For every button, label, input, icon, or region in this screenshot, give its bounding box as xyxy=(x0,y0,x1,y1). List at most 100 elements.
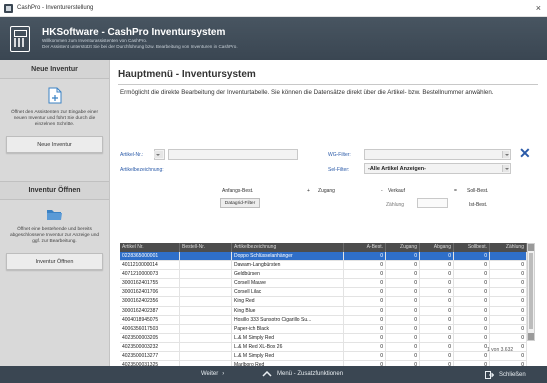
table-cell[interactable]: 0 xyxy=(490,306,527,315)
table-cell xyxy=(180,306,232,315)
table-cell[interactable]: 0 xyxy=(490,261,527,270)
table-row[interactable]: 3000162401755 Corsell Mauve 0 0 0 0 0 xyxy=(120,279,527,289)
table-row[interactable]: 4023500003205 L.& M Simply Red 0 0 0 0 0 xyxy=(120,333,527,343)
table-cell: 0 xyxy=(386,352,420,361)
table-cell: 0 xyxy=(454,352,490,361)
table-cell: 0 xyxy=(344,342,386,352)
legend-soll: Soll-Best. xyxy=(467,188,489,194)
open-inventory-description: Öffnet eine bestehende und bereits abges… xyxy=(9,227,100,244)
col-sollbest[interactable]: Sollbest. xyxy=(454,243,490,252)
app-title: HKSoftware - CashPro Inventursystem xyxy=(42,27,226,38)
table-cell: 0 xyxy=(420,324,454,333)
table-cell[interactable]: 0 xyxy=(490,297,527,306)
record-count: 1 von 3.632 xyxy=(487,347,514,353)
col-zugang[interactable]: Zugang xyxy=(386,243,420,252)
table-row[interactable]: 4004018945075 Hosillo 333 Sunsotro Cigari… xyxy=(120,315,527,325)
table-cell: 0 xyxy=(454,270,490,279)
table-cell[interactable]: 0 xyxy=(490,279,527,288)
table-cell: 4006356017503 xyxy=(120,324,180,333)
table-cell: 0 xyxy=(386,333,420,342)
table-body: 0228365000001 Doppo Schlüsselanhänger 0 0 0 0… xyxy=(120,252,527,371)
table-cell: 0 xyxy=(454,279,490,288)
col-zaehlung[interactable]: Zählung xyxy=(490,243,527,252)
new-inventory-button[interactable]: Neue Inventur xyxy=(6,136,103,153)
table-cell: 0 xyxy=(344,297,386,306)
table-cell: 0 xyxy=(344,315,386,324)
table-cell[interactable] xyxy=(490,252,527,261)
chevron-right-icon: › xyxy=(222,371,225,377)
col-bestell-nr[interactable]: Bestell-Nr. xyxy=(180,243,232,252)
main-panel: Hauptmenü - Inventursystem Ermöglicht di… xyxy=(111,60,547,371)
table-cell: Dawam-Langbürsten xyxy=(232,261,344,270)
table-cell: Doppo Schlüsselanhänger xyxy=(232,252,344,261)
col-abgang[interactable]: Abgang xyxy=(420,243,454,252)
table-cell: 0 xyxy=(420,315,454,324)
page-description: Ermöglicht die direkte Bearbeitung der I… xyxy=(120,89,494,96)
table-row[interactable]: 0228365000001 Doppo Schlüsselanhänger 0 0 0 0 xyxy=(120,252,527,262)
table-cell: 0 xyxy=(454,324,490,333)
table-cell[interactable]: 0 xyxy=(490,352,527,361)
table-row[interactable]: 4071210000073 Geldbürsen 0 0 0 0 0 xyxy=(120,270,527,280)
legend-zaehlung: Zählung xyxy=(386,202,405,208)
table-cell xyxy=(180,324,232,333)
open-inventory-title: Inventur Öffnen xyxy=(0,181,109,200)
clear-filter-icon[interactable]: ✕ xyxy=(519,146,531,160)
table-cell: 0 xyxy=(344,279,386,288)
table-row[interactable]: 4006356017503 Paper-ich Black 0 0 0 0 0 xyxy=(120,324,527,334)
scroll-up-icon[interactable] xyxy=(528,244,534,251)
artikel-nr-input[interactable] xyxy=(168,149,298,160)
scroll-thumb[interactable] xyxy=(529,253,533,329)
wg-filter-dropdown[interactable] xyxy=(364,149,511,160)
table-cell[interactable]: 0 xyxy=(490,315,527,324)
table-cell[interactable]: 0 xyxy=(490,324,527,333)
weiter-label: Weiter xyxy=(201,371,219,377)
table-row[interactable]: 4023500013277 L.& M Simply Red 0 0 0 0 0 xyxy=(120,352,527,362)
window-close-button[interactable]: × xyxy=(536,3,541,13)
table-cell: 0 xyxy=(454,342,490,352)
table-cell xyxy=(180,315,232,324)
artikel-nr-dropdown[interactable] xyxy=(154,149,165,160)
table-cell[interactable]: 0 xyxy=(490,270,527,279)
col-a-best[interactable]: A-Best. xyxy=(344,243,386,252)
table-cell: 3000162402387 xyxy=(120,306,180,315)
app-icon xyxy=(4,3,13,13)
table-cell[interactable]: 0 xyxy=(490,288,527,297)
table-row[interactable]: 3000162402387 King Blue 0 0 0 0 0 xyxy=(120,306,527,316)
table-row[interactable]: 3000162401706 Corsell Lilac 0 0 0 0 0 xyxy=(120,288,527,298)
menu-zusatz-button[interactable]: Menü - Zusatzfunktionen xyxy=(262,371,343,377)
scroll-down-icon[interactable] xyxy=(528,333,534,340)
table-cell: 4023500013277 xyxy=(120,352,180,361)
datagrid-filter-button[interactable]: Datagrid-Filter xyxy=(220,198,260,208)
table-cell: 0 xyxy=(454,297,490,306)
table-cell xyxy=(180,288,232,297)
close-app-button[interactable]: Schließen xyxy=(485,371,526,379)
table-cell: 0 xyxy=(344,306,386,315)
table-cell: 0 xyxy=(344,333,386,342)
sel-filter-dropdown[interactable]: -Alle Artikel Anzeigen- xyxy=(364,163,511,174)
bottom-bar: Weiter › Menü - Zusatzfunktionen Schließ… xyxy=(0,366,547,383)
table-cell: 4023500003205 xyxy=(120,333,180,342)
col-artikelbezeichnung[interactable]: Artikelbezeichnung xyxy=(232,243,344,252)
table-cell: 0 xyxy=(454,333,490,342)
table-row[interactable]: 4011210000014 Dawam-Langbürsten 0 0 0 0 0 xyxy=(120,261,527,271)
col-artikel-nr[interactable]: Artikel Nr. xyxy=(120,243,180,252)
table-cell: 4071210000073 xyxy=(120,270,180,279)
table-cell: 0 xyxy=(344,352,386,361)
weiter-button[interactable]: Weiter › xyxy=(201,371,224,377)
table-cell[interactable]: 0 xyxy=(490,333,527,342)
table-row[interactable]: 3000162402356 King Red 0 0 0 0 0 xyxy=(120,297,527,307)
table-cell xyxy=(180,352,232,361)
sel-filter-label: Sel-Filter: xyxy=(328,167,350,173)
table-row[interactable]: 4023500003232 L.& M Red XL-Box 26 0 0 0 0 0 xyxy=(120,342,527,353)
table-cell: 0 xyxy=(344,270,386,279)
table-cell: 0 xyxy=(420,261,454,270)
open-inventory-button[interactable]: Inventur Öffnen xyxy=(6,253,103,270)
zaehlung-input[interactable] xyxy=(417,198,448,208)
table-cell xyxy=(180,279,232,288)
page-title: Hauptmenü - Inventursystem xyxy=(118,69,256,80)
close-app-label: Schließen xyxy=(499,372,526,378)
artikel-bez-label: Artikelbezeichnung: xyxy=(120,167,164,173)
table-cell: King Blue xyxy=(232,306,344,315)
table-scrollbar[interactable] xyxy=(527,243,535,341)
table-cell: 0 xyxy=(386,342,420,352)
